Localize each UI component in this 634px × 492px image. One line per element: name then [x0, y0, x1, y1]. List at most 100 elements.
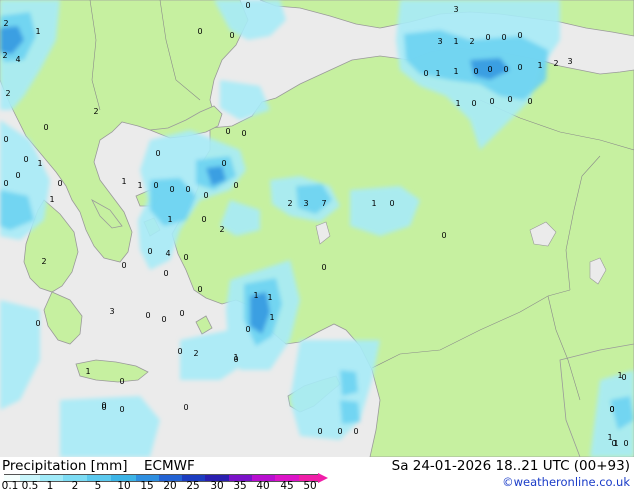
precip-value-label: 0	[197, 27, 202, 36]
precip-value-label: 0	[23, 155, 28, 164]
precip-value-label: 0	[229, 31, 234, 40]
precip-value-label: 0	[489, 97, 494, 106]
precip-value-label: 0	[197, 285, 202, 294]
precip-value-label: 0	[119, 405, 124, 414]
colorbar-label: 20	[163, 480, 177, 492]
precip-value-label: 0	[3, 179, 8, 188]
precip-value-label: 2	[93, 107, 98, 116]
precip-value-label: 0	[517, 63, 522, 72]
credit-link[interactable]: ©weatheronline.co.uk	[502, 475, 630, 489]
colorbar-label: 25	[186, 480, 200, 492]
colorbar-label: 2	[71, 480, 79, 492]
precip-value-label: 0	[389, 199, 394, 208]
precip-value-label: 1	[269, 313, 274, 322]
precip-value-label: 0	[221, 159, 226, 168]
precip-value-label: 0	[241, 129, 246, 138]
precip-value-label: 0	[507, 95, 512, 104]
precip-value-label: 0	[321, 263, 326, 272]
precip-value-label: 0	[245, 325, 250, 334]
precip-value-label: 0	[183, 403, 188, 412]
precip-value-label: 0	[169, 185, 174, 194]
precip-value-label: 1	[453, 67, 458, 76]
precip-value-label: 0	[527, 97, 532, 106]
precip-value-label: 1	[167, 215, 172, 224]
precip-value-label: 1	[85, 367, 90, 376]
precip-value-label: 1	[617, 371, 622, 380]
precip-value-label: 1	[253, 291, 258, 300]
precip-value-label: 2	[469, 37, 474, 46]
precip-value-label: 1	[371, 199, 376, 208]
footer-bar: Precipitation [mm] ECMWF Sa 24-01-2026 1…	[0, 457, 634, 492]
colorbar: 0.1 0.5 1 2 5 10 15 20 25 30 35 40 45 50	[0, 457, 330, 492]
precip-value-label: 0	[183, 253, 188, 262]
precip-value-label: 1	[121, 177, 126, 186]
map-canvas: 2312 400 023 1 2 0 0 01 10 0 0 0 0 1 2 320 0 000 1 00 1 1 0 0 00…	[0, 0, 634, 457]
precip-value-label: 0	[163, 269, 168, 278]
precip-value-label: 1	[607, 433, 612, 442]
precip-value-label: 1	[49, 195, 54, 204]
precip-value-label: 0	[471, 99, 476, 108]
precip-value-label: 3	[567, 57, 572, 66]
precip-value-label: 0	[225, 127, 230, 136]
precip-value-label: 0	[153, 181, 158, 190]
colorbar-label: 0.5	[21, 480, 39, 492]
precip-value-label: 0	[43, 123, 48, 132]
precip-value-label: 0	[35, 319, 40, 328]
precip-value-label: 0	[147, 247, 152, 256]
precip-value-label: 2	[5, 89, 10, 98]
precip-value-label: 1	[455, 99, 460, 108]
colorbar-arrow	[318, 473, 328, 483]
precip-value-label: 0	[517, 31, 522, 40]
precip-value-label: 0	[233, 181, 238, 190]
colorbar-label: 10	[117, 480, 131, 492]
precip-value-label: 0	[179, 309, 184, 318]
precip-value-label: 0	[353, 427, 358, 436]
precip-value-label: 0	[487, 65, 492, 74]
precip-value-label: 0	[145, 311, 150, 320]
colorbar-label: 45	[280, 480, 294, 492]
colorbar-label: 30	[210, 480, 224, 492]
precip-value-label: 0	[155, 149, 160, 158]
colorbar-label: 35	[233, 480, 247, 492]
precip-value-label: 0	[503, 65, 508, 74]
valid-time: Sa 24-01-2026 18..21 UTC (00+93)	[391, 458, 630, 474]
precip-value-label: 0	[609, 405, 614, 414]
precip-value-label: 1	[137, 181, 142, 190]
precip-value-label: 1	[37, 159, 42, 168]
precip-value-label: 3	[303, 199, 308, 208]
precip-value-label: 0	[15, 171, 20, 180]
precip-value-label: 0	[203, 191, 208, 200]
precip-value-label: 2	[219, 225, 224, 234]
precip-value-label: 2	[41, 257, 46, 266]
precip-value-label: 0	[473, 67, 478, 76]
colorbar-label: 40	[256, 480, 270, 492]
precip-value-label: 4	[165, 249, 170, 258]
precip-value-label: 2	[3, 19, 8, 28]
precip-value-label: 0	[161, 315, 166, 324]
precip-value-label: 0	[119, 377, 124, 386]
precip-value-label: 0	[337, 427, 342, 436]
precip-value-label: 0	[623, 439, 628, 448]
precip-value-label: 1	[35, 27, 40, 36]
precip-value-label: 1	[453, 37, 458, 46]
precip-value-label: 0	[233, 355, 238, 364]
precipitation-map: 2312400023120001100000123200000100110000…	[0, 0, 634, 457]
precip-value-label: 3	[437, 37, 442, 46]
colorbar-label: 1	[46, 480, 54, 492]
precip-value-label: 0	[485, 33, 490, 42]
precip-value-label: 0	[201, 215, 206, 224]
colorbar-label: 5	[94, 480, 102, 492]
precip-value-label: 0	[501, 33, 506, 42]
precip-value-label: 3	[109, 307, 114, 316]
precip-value-label: 0	[317, 427, 322, 436]
precip-value-label: 1	[435, 69, 440, 78]
precip-value-label: 2	[2, 51, 7, 60]
precip-value-label: 0	[423, 69, 428, 78]
precip-value-label: 0	[101, 401, 106, 410]
colorbar-label: 50	[303, 480, 317, 492]
precip-value-label: 0	[185, 185, 190, 194]
precip-value-label: 0	[441, 231, 446, 240]
precip-value-label: 4	[15, 55, 20, 64]
precip-value-label: 3	[453, 5, 458, 14]
precip-value-label: 1	[537, 61, 542, 70]
